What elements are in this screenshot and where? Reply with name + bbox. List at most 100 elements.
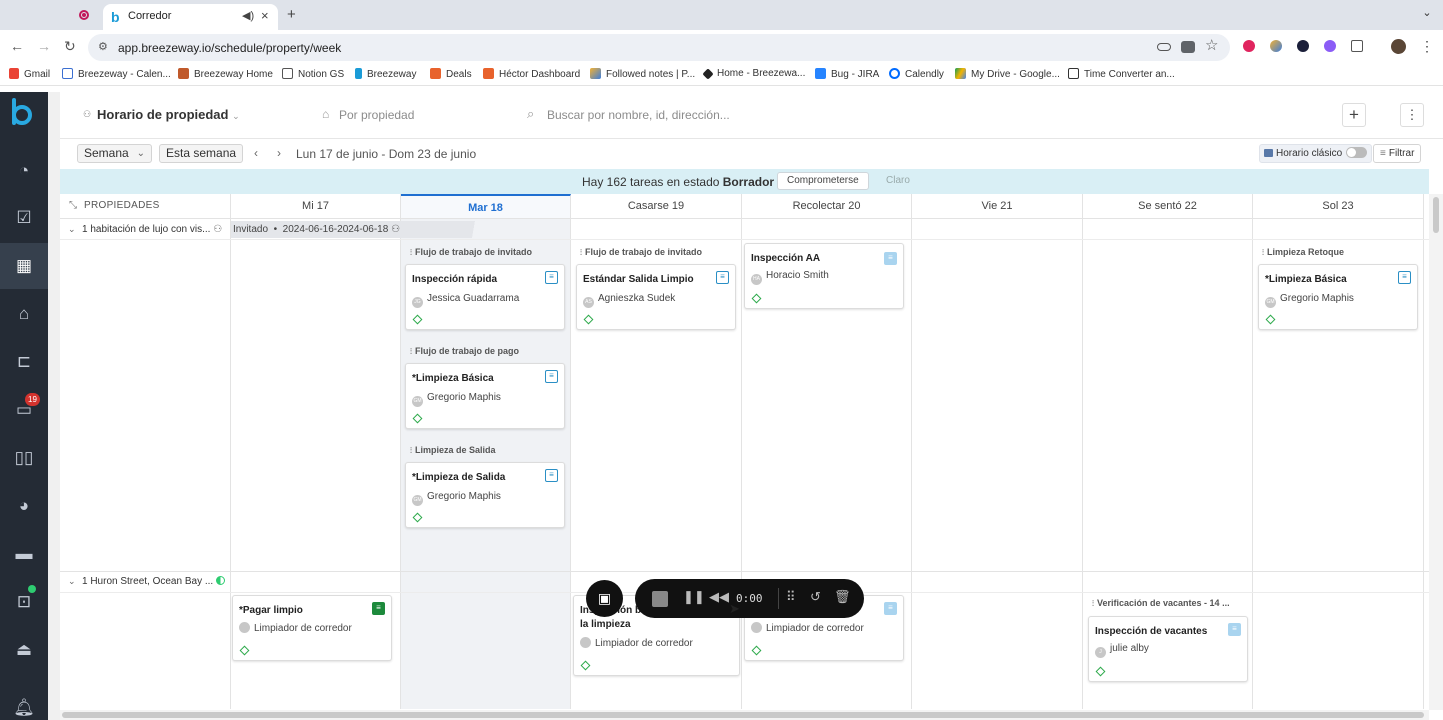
delete-trash-icon[interactable]: 🗑︎ — [834, 589, 851, 605]
classic-schedule-toggle[interactable]: Horario clásico — [1259, 144, 1373, 163]
draft-tasks-banner: Hay 162 tareas en estado Borrador Compro… — [60, 169, 1429, 194]
extensions-puzzle-icon[interactable] — [1351, 40, 1363, 52]
back-icon[interactable]: ← — [10, 38, 24, 54]
extension-red-icon[interactable] — [1243, 40, 1255, 52]
chevron-down-icon[interactable]: ⌄ — [68, 224, 82, 235]
site-info-icon[interactable]: ⚙ — [98, 40, 108, 53]
pause-icon[interactable]: ❚❚ — [683, 589, 705, 605]
bookmark-breezeway-calendar[interactable]: Breezeway - Calen... — [62, 68, 171, 80]
task-card[interactable]: *Pagar limpio ≡ Limpiador de corredor — [232, 595, 392, 661]
schedule-calendar-icon[interactable]: ▦ — [0, 243, 48, 289]
workflow-group-label: ⫶ Flujo de trabajo de invitado — [580, 247, 703, 257]
guides-book-icon[interactable]: ▯▯ — [0, 435, 48, 481]
bookmark-calendly[interactable]: Calendly — [889, 68, 944, 80]
reservation-bar[interactable]: Invitado • 2024-06-16-2024-06-18 ⚇ — [231, 221, 401, 238]
horizontal-scrollbar[interactable] — [60, 710, 1429, 720]
app-sidebar: ◔ ☑ ▦ ⌂ ⊏ ▭ 19 ▯▯ ◕ ▬ ⊡ ⏏ 🔔︎ — [0, 92, 48, 720]
avatar: HA — [751, 274, 762, 285]
property-row-2[interactable]: ⌄ 1 Huron Street, Ocean Bay ... — [68, 576, 225, 587]
messages-chat-icon[interactable]: ▭ 19 — [0, 387, 48, 433]
bookmark-breezeway[interactable]: Breezeway — [355, 68, 416, 80]
tab-search-chevron-icon[interactable]: ⌄ — [1419, 6, 1435, 22]
group-by-property[interactable]: Por propiedad — [339, 108, 414, 122]
chevron-down-icon: ⌄ — [136, 148, 145, 159]
bookmark-bug-jira[interactable]: Bug - JIRA — [815, 68, 879, 80]
dashboard-gauge-icon[interactable]: ◔ — [0, 148, 48, 194]
bookmark-star-icon[interactable]: ☆ — [1205, 36, 1218, 54]
close-tab-icon[interactable]: × — [261, 8, 269, 23]
vertical-scrollbar[interactable] — [1429, 194, 1443, 710]
translate-icon[interactable] — [1181, 41, 1195, 53]
browser-menu-icon[interactable]: ⋮ — [1420, 38, 1434, 55]
chevron-down-icon[interactable]: ⌄ — [68, 576, 82, 587]
reload-icon[interactable]: ↻ — [64, 38, 76, 55]
folder-icon — [282, 68, 293, 79]
bookmark-home-breezeway[interactable]: Home - Breezewa... — [702, 68, 805, 80]
day-header-today: Mar 18 — [401, 194, 571, 219]
billing-card-icon[interactable]: ▬ — [0, 531, 48, 577]
camera-toggle-icon[interactable]: ▣ — [586, 580, 623, 617]
properties-home-icon[interactable]: ⌂ — [0, 291, 48, 337]
task-assignee: Limpiador de corredor — [239, 622, 352, 634]
search-input[interactable]: Buscar por nombre, id, dirección... — [547, 108, 730, 122]
task-card[interactable]: Estándar Salida Limpio ≡ AS Agnieszka Sud… — [576, 264, 736, 330]
properties-column-header[interactable]: ⤡ PROPIEDADES — [60, 194, 231, 219]
period-select[interactable]: Semana ⌄ — [77, 144, 152, 163]
bookmark-hector-dashboard[interactable]: Héctor Dashboard — [483, 68, 580, 80]
guest-icon: ⚇ — [391, 224, 401, 235]
tasks-checkbox-icon[interactable]: ☑ — [0, 195, 48, 241]
breezeway-logo-icon[interactable] — [11, 98, 37, 128]
view-selector[interactable]: Horario de propiedad ⌄ — [97, 107, 240, 122]
reservations-bed-icon[interactable]: ⊏ — [0, 339, 48, 385]
filter-button[interactable]: ≡ Filtrar — [1373, 144, 1422, 163]
reports-pie-icon[interactable]: ◕ — [0, 483, 48, 529]
grid-dots-icon[interactable]: ⠿ — [786, 589, 796, 605]
browser-tab[interactable]: b Corredor ◀) × — [103, 4, 278, 30]
bookmark-breezeway-home[interactable]: Breezeway Home — [178, 68, 273, 80]
address-bar[interactable]: ⚙ app.breezeway.io/schedule/property/wee… — [88, 34, 1230, 61]
toggle-switch[interactable] — [1346, 147, 1368, 158]
workflow-icon: ⫶ — [410, 248, 412, 257]
service-bell-icon[interactable]: ⏏ — [0, 627, 48, 673]
speaker-icon[interactable]: ◀) — [242, 9, 254, 22]
scrollbar-thumb[interactable] — [1433, 197, 1439, 233]
next-week-icon[interactable]: › — [277, 146, 281, 160]
task-card[interactable]: *Limpieza de Salida ≡ GM Gregorio Maphis — [405, 462, 565, 528]
column-divider — [741, 219, 742, 709]
bookmark-gmail[interactable]: Gmail — [9, 68, 50, 80]
restart-icon[interactable]: ↺ — [810, 589, 821, 605]
extension-purple-icon[interactable] — [1324, 40, 1336, 52]
extension-dark-icon[interactable] — [1297, 40, 1309, 52]
task-card[interactable]: Inspección rápida ≡ JG Jessica Guadarrama — [405, 264, 565, 330]
more-options-icon[interactable]: ⋮ — [1400, 103, 1424, 127]
password-key-icon[interactable] — [1157, 43, 1171, 51]
workflow-group-label: ⫶ Verificación de vacantes - 14 ... — [1092, 598, 1230, 608]
status-half-circle-icon — [215, 576, 225, 585]
task-card[interactable]: Inspección AA ≡ HA Horacio Smith — [744, 243, 904, 309]
bookmark-my-drive[interactable]: My Drive - Google... — [955, 68, 1060, 80]
task-card[interactable]: Inspección de vacantes ≡ Jjulie alby — [1088, 616, 1248, 682]
profile-avatar[interactable] — [1391, 39, 1406, 54]
task-card[interactable]: *Limpieza Básica ≡ GM Gregorio Maphis — [1258, 264, 1418, 330]
bookmark-time-converter[interactable]: Time Converter an... — [1068, 68, 1175, 80]
task-card[interactable]: *Limpieza Básica ≡ GM Gregorio Maphis — [405, 363, 565, 429]
task-title: Inspección rápida — [412, 274, 498, 285]
supplies-bag-icon[interactable]: ⊡ — [0, 579, 48, 625]
commit-button[interactable]: Comprometerse — [777, 172, 869, 190]
clear-button[interactable]: Claro — [886, 175, 910, 186]
rewind-icon[interactable]: ◀◀ — [709, 589, 729, 605]
stop-recording-icon[interactable] — [652, 591, 668, 607]
this-week-button[interactable]: Esta semana — [159, 144, 244, 163]
home-icon — [178, 68, 189, 79]
new-tab-icon[interactable]: + — [287, 6, 296, 23]
notifications-bell-icon[interactable]: 🔔︎ — [0, 685, 48, 720]
bookmark-followed-notes[interactable]: Followed notes | P... — [590, 68, 695, 80]
bookmark-notion-gs[interactable]: Notion GS — [282, 68, 344, 80]
extension-colorful-icon[interactable] — [1270, 40, 1282, 52]
previous-week-icon[interactable]: ‹ — [254, 146, 258, 160]
add-task-button[interactable]: + — [1342, 103, 1366, 127]
property-row-1[interactable]: ⌄ 1 habitación de lujo con vis... ⚇ — [68, 224, 222, 235]
scrollbar-thumb[interactable] — [62, 712, 1424, 718]
forward-icon[interactable]: → — [37, 38, 51, 54]
bookmark-deals[interactable]: Deals — [430, 68, 472, 80]
